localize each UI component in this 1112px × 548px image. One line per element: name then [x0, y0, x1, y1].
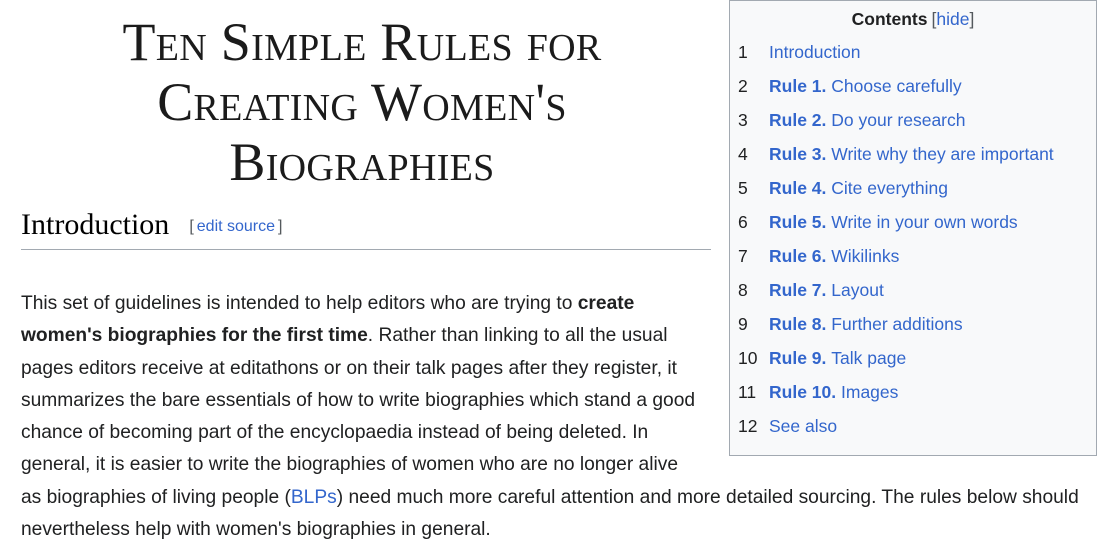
blps-link[interactable]: BLPs: [291, 487, 337, 508]
page-title: Ten Simple Rules for Creating Women's Bi…: [122, 12, 602, 192]
toc-header: Contents [hide]: [738, 7, 1088, 31]
toc-item-label: Choose carefully: [831, 76, 962, 96]
toc-item-label: Cite everything: [831, 178, 948, 198]
toc-toggle: [hide]: [931, 9, 974, 29]
toc-item-link[interactable]: Introduction: [769, 35, 860, 69]
toc-item[interactable]: 7 Rule 6. Wikilinks: [738, 239, 1088, 273]
edit-source-link[interactable]: edit source: [197, 218, 275, 235]
edit-open-bracket: [: [189, 218, 194, 235]
section-introduction: Introduction [edit source]: [0, 208, 711, 250]
toc-heading-label: Contents: [851, 9, 928, 29]
toc-hide-link[interactable]: hide: [936, 9, 969, 29]
toc-item-rule: Rule 4.: [769, 178, 827, 198]
toc-item-label: Write why they are important: [831, 144, 1054, 164]
toc-item[interactable]: 3 Rule 2. Do your research: [738, 103, 1088, 137]
toc-item-number: 1: [738, 42, 748, 62]
toc-item-link[interactable]: Rule 1. Choose carefully: [769, 69, 962, 103]
toc-item-number: 7: [738, 246, 748, 266]
toc-item-number: 6: [738, 212, 748, 232]
toc-item-label: Do your research: [831, 110, 966, 130]
toc-item-rule: Rule 5.: [769, 212, 827, 232]
toc-item-label: Wikilinks: [831, 246, 900, 266]
toc-item-number: 4: [738, 144, 748, 164]
toc-item-link[interactable]: Rule 2. Do your research: [769, 103, 966, 137]
toc-item-label: Write in your own words: [831, 212, 1018, 232]
toc-item[interactable]: 1 Introduction: [738, 35, 1088, 69]
edit-section-links: [edit source]: [189, 219, 282, 235]
toc-item-number: 3: [738, 110, 748, 130]
toc-item-number: 5: [738, 178, 748, 198]
toc-item-rule: Rule 2.: [769, 110, 827, 130]
toc-item-rule: Rule 3.: [769, 144, 827, 164]
paragraph-part-2: . Rather than linking to all the usual p…: [21, 325, 696, 508]
intro-paragraph: This set of guidelines is intended to he…: [21, 288, 1091, 546]
toc-item-link[interactable]: Rule 5. Write in your own words: [769, 205, 1018, 239]
toc-item-rule: Rule 1.: [769, 76, 827, 96]
toc-item[interactable]: 5 Rule 4. Cite everything: [738, 171, 1088, 205]
section-heading: Introduction [edit source]: [21, 208, 711, 250]
toc-item[interactable]: 2 Rule 1. Choose carefully: [738, 69, 1088, 103]
section-heading-label: Introduction: [21, 208, 170, 241]
toc-float-spacer: [699, 288, 1091, 460]
toc-item-rule: Rule 6.: [769, 246, 827, 266]
toc-item-number: 2: [738, 76, 748, 96]
paragraph-part-1: This set of guidelines is intended to he…: [21, 293, 578, 314]
toc-item[interactable]: 6 Rule 5. Write in your own words: [738, 205, 1088, 239]
toc-toggle-close-bracket: ]: [969, 9, 975, 29]
toc-item-link[interactable]: Rule 6. Wikilinks: [769, 239, 899, 273]
toc-item-label: Introduction: [769, 42, 861, 62]
toc-item-link[interactable]: Rule 4. Cite everything: [769, 171, 948, 205]
edit-close-bracket: ]: [278, 218, 283, 235]
toc-item-link[interactable]: Rule 3. Write why they are important: [769, 137, 1054, 171]
toc-item[interactable]: 4 Rule 3. Write why they are important: [738, 137, 1088, 171]
